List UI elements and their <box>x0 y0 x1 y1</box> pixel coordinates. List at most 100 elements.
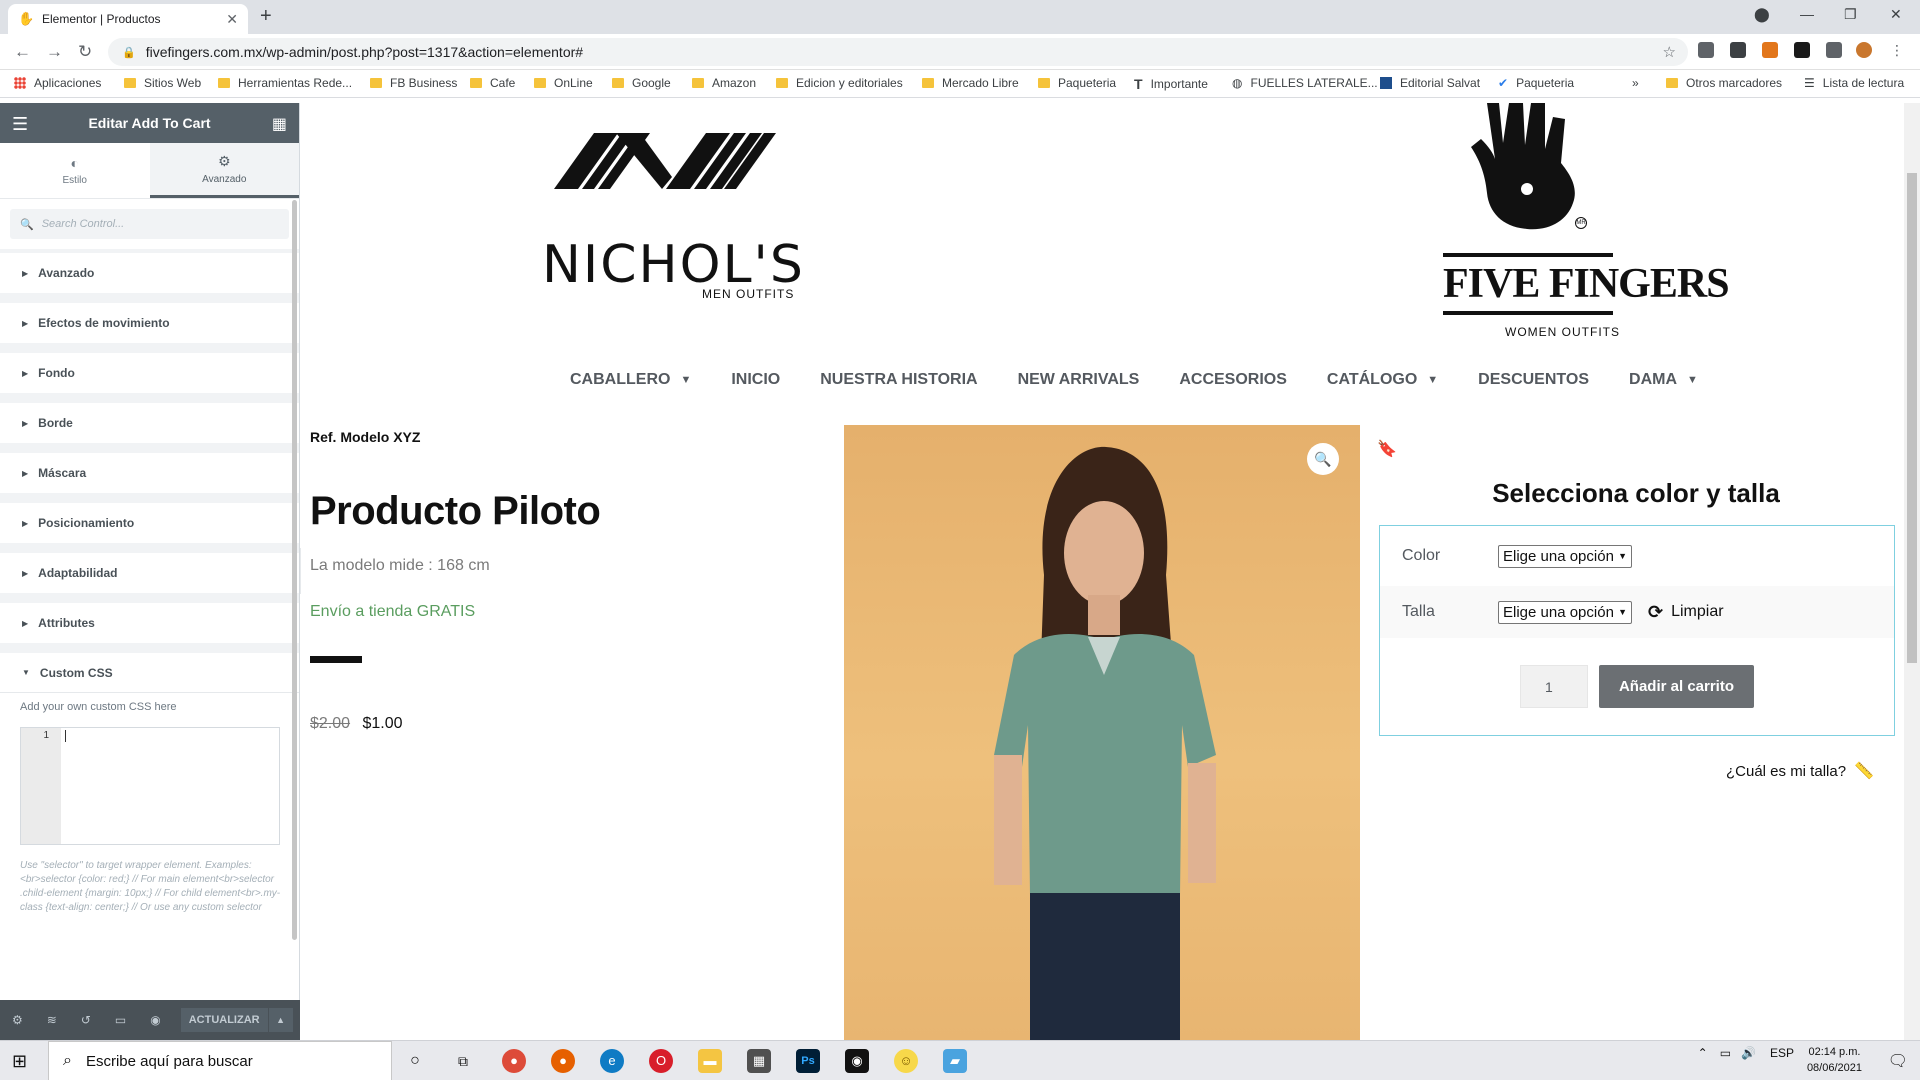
bookmark-folder[interactable]: Cafe <box>470 76 515 90</box>
size-select[interactable]: Elige una opción ▼ <box>1498 600 1632 624</box>
hamburger-menu-icon[interactable]: ☰ <box>12 114 28 135</box>
color-select[interactable]: Elige una opción ▼ <box>1498 544 1632 568</box>
chrome-app-icon[interactable]: ● <box>502 1049 526 1073</box>
nav-dama[interactable]: DAMA ▼ <box>1629 371 1698 389</box>
widgets-grid-icon[interactable]: ▦ <box>272 114 287 134</box>
section-border[interactable]: ▶ Borde <box>0 403 299 443</box>
add-to-cart-button[interactable]: Añadir al carrito <box>1599 665 1754 708</box>
taskbar-search[interactable]: ⌕ Escribe aquí para buscar <box>48 1041 392 1080</box>
forward-icon[interactable]: → <box>46 42 63 62</box>
windows-start-icon[interactable]: ⊞ <box>12 1051 27 1072</box>
bookmark-link[interactable]: ◍ FUELLES LATERALE... <box>1232 76 1378 90</box>
minimize-icon[interactable]: — <box>1800 6 1814 22</box>
preview-eye-icon[interactable]: ◉ <box>150 1013 160 1027</box>
bookmark-link[interactable]: Editorial Salvat <box>1380 76 1480 90</box>
bookmark-folder[interactable]: Sitios Web <box>124 76 201 90</box>
tray-chevron-up-icon[interactable]: ⌃ <box>1698 1046 1708 1060</box>
volume-icon[interactable]: 🔊 <box>1741 1046 1756 1060</box>
photoshop-icon[interactable]: Ps <box>796 1049 820 1073</box>
bookmark-folder[interactable]: Edicion y editoriales <box>776 76 903 90</box>
bookmark-folder[interactable]: OnLine <box>534 76 593 90</box>
settings-gear-icon[interactable]: ⚙ <box>12 1013 23 1027</box>
extension-code-icon[interactable] <box>1698 42 1714 58</box>
section-motion-effects[interactable]: ▶ Efectos de movimiento <box>0 303 299 343</box>
navigator-layers-icon[interactable]: ≋ <box>47 1013 57 1027</box>
section-positioning[interactable]: ▶ Posicionamiento <box>0 503 299 543</box>
section-responsive[interactable]: ▶ Adaptabilidad <box>0 553 299 593</box>
nav-nuestra-historia[interactable]: NUESTRA HISTORIA <box>820 371 977 389</box>
back-icon[interactable]: ← <box>14 42 31 62</box>
save-options-caret-icon[interactable]: ▲ <box>268 1008 293 1032</box>
bookmark-folder[interactable]: Mercado Libre <box>922 76 1019 90</box>
close-tab-icon[interactable]: ✕ <box>226 11 238 28</box>
file-explorer-icon[interactable]: ▬ <box>698 1049 722 1073</box>
product-photo[interactable] <box>844 425 1360 1040</box>
panel-scrollbar[interactable] <box>292 200 297 940</box>
tab-style[interactable]: ◐ Estilo <box>0 143 150 198</box>
nav-descuentos[interactable]: DESCUENTOS <box>1478 371 1589 389</box>
update-button[interactable]: ACTUALIZAR <box>180 1008 268 1032</box>
fivefingers-logo[interactable]: MR FIVE FINGERS WOMEN OUTFITS <box>1443 103 1730 343</box>
reading-list[interactable]: ☰ Lista de lectura <box>1804 76 1904 90</box>
section-attributes[interactable]: ▶ Attributes <box>0 603 299 643</box>
new-tab-icon[interactable]: + <box>260 5 272 28</box>
browser-menu-icon[interactable]: ⋮ <box>1890 42 1906 58</box>
bookmark-link[interactable]: ✔ Paqueteria <box>1498 76 1574 90</box>
notifications-icon[interactable]: 🗨 <box>1888 1051 1908 1071</box>
emoji-app-icon[interactable]: ☺ <box>894 1049 918 1073</box>
nav-accesorios[interactable]: ACCESORIOS <box>1179 371 1287 389</box>
bookmark-folder[interactable]: FB Business <box>370 76 457 90</box>
section-background[interactable]: ▶ Fondo <box>0 353 299 393</box>
custom-css-editor[interactable]: 1 <box>20 727 280 845</box>
bookmark-folder[interactable]: Paqueteria <box>1038 76 1116 90</box>
calculator-icon[interactable]: ▦ <box>747 1049 771 1073</box>
extensions-puzzle-icon[interactable] <box>1826 42 1842 58</box>
responsive-mode-icon[interactable]: ▭ <box>115 1013 126 1027</box>
nav-caballero[interactable]: CABALLERO ▼ <box>570 371 691 389</box>
lock-icon[interactable]: 🔒 <box>122 46 136 59</box>
reload-icon[interactable]: ↻ <box>78 42 92 62</box>
wishlist-bookmark-icon[interactable]: 🔖 <box>1377 439 1397 459</box>
firefox-app-icon[interactable]: ● <box>551 1049 575 1073</box>
bookmark-folder[interactable]: Herramientas Rede... <box>218 76 352 90</box>
camera-app-icon[interactable]: ◉ <box>845 1049 869 1073</box>
cortana-icon[interactable]: ○ <box>403 1049 427 1073</box>
section-mask[interactable]: ▶ Máscara <box>0 453 299 493</box>
profile-avatar[interactable] <box>1856 42 1872 58</box>
nav-inicio[interactable]: INICIO <box>731 371 780 389</box>
profile-menu-icon[interactable]: ⬤ <box>1754 6 1770 23</box>
nav-new-arrivals[interactable]: NEW ARRIVALS <box>1018 371 1140 389</box>
maximize-icon[interactable]: ❐ <box>1844 6 1857 23</box>
language-indicator[interactable]: ESP <box>1770 1046 1794 1060</box>
section-custom-css[interactable]: ▼ Custom CSS <box>0 653 299 693</box>
extension-tag-icon[interactable] <box>1730 42 1746 58</box>
edge-app-icon[interactable]: e <box>600 1049 624 1073</box>
history-icon[interactable]: ↺ <box>81 1013 91 1027</box>
nichols-logo[interactable]: NICHOL'S MEN OUTFITS <box>542 127 803 301</box>
page-scroll-thumb[interactable] <box>1907 173 1917 663</box>
browser-tab[interactable]: ✋ Elementor | Productos ✕ <box>8 4 248 34</box>
bookmark-folder[interactable]: Google <box>612 76 671 90</box>
close-window-icon[interactable]: ✕ <box>1890 6 1902 23</box>
tab-advanced[interactable]: ⚙ Avanzado <box>149 143 299 198</box>
extension-honey-icon[interactable] <box>1794 42 1810 58</box>
bookmark-apps[interactable]: Aplicaciones <box>14 76 101 90</box>
taskbar-clock[interactable]: 02:14 p.m. 08/06/2021 <box>1807 1044 1862 1076</box>
bookmark-star-icon[interactable]: ☆ <box>1663 43 1676 61</box>
nav-catalogo[interactable]: CATÁLOGO ▼ <box>1327 371 1438 389</box>
extension-fox-icon[interactable] <box>1762 42 1778 58</box>
page-scrollbar[interactable] <box>1904 103 1920 1040</box>
task-view-icon[interactable]: ⧉ <box>451 1049 475 1073</box>
size-guide-link[interactable]: ¿Cuál es mi talla? 📏 <box>1726 761 1874 781</box>
search-control-input[interactable]: 🔍 Search Control... <box>10 209 289 239</box>
quantity-input[interactable]: 1 <box>1520 665 1588 708</box>
other-bookmarks[interactable]: Otros marcadores <box>1666 76 1782 90</box>
url-bar[interactable]: 🔒 fivefingers.com.mx/wp-admin/post.php?p… <box>108 38 1688 66</box>
bookmark-link[interactable]: T Importante <box>1134 76 1208 92</box>
zoom-icon[interactable]: 🔍 <box>1307 443 1339 475</box>
bookmark-folder[interactable]: Amazon <box>692 76 756 90</box>
network-icon[interactable]: ▭ <box>1720 1046 1731 1060</box>
clear-selection-link[interactable]: ⟳ Limpiar <box>1648 602 1724 623</box>
opera-app-icon[interactable]: O <box>649 1049 673 1073</box>
section-avanzado[interactable]: ▶ Avanzado <box>0 253 299 293</box>
